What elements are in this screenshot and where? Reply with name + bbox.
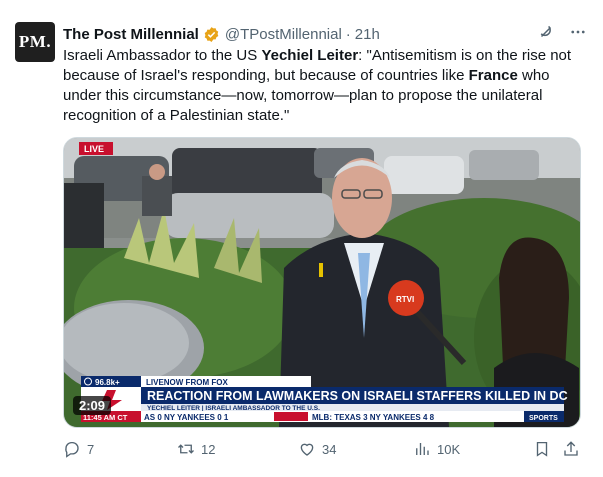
live-badge-text: LIVE: [84, 144, 104, 154]
verified-badge-icon[interactable]: [203, 26, 220, 43]
sports-label: SPORTS: [529, 415, 558, 422]
ticker-left: AS 0 NY YANKEES 0 1: [144, 413, 229, 422]
like-button[interactable]: 34: [298, 440, 336, 458]
mention-yechiel-leiter: Yechiel Leiter: [261, 47, 359, 64]
reply-count: 7: [87, 441, 95, 457]
video-frame: RTVI LIVE 96.8k+ LIVENOW FROM FOX REACTI…: [64, 138, 580, 427]
views-button[interactable]: 10K: [413, 440, 460, 458]
more-options-icon[interactable]: [569, 23, 587, 41]
tweet-header: The Post Millennial @TPostMillennial · 2…: [63, 23, 587, 45]
view-count: 10K: [437, 441, 461, 457]
reply-icon: [65, 441, 79, 458]
video-player[interactable]: RTVI LIVE 96.8k+ LIVENOW FROM FOX REACTI…: [63, 137, 581, 428]
reply-button[interactable]: 7: [63, 440, 94, 458]
avatar[interactable]: PM.: [15, 22, 55, 62]
video-duration: 2:09: [73, 396, 112, 415]
grok-icon[interactable]: [537, 23, 555, 41]
ticker-right: MLB: TEXAS 3 NY YANKEES 4 8: [312, 413, 435, 422]
repost-button[interactable]: 12: [177, 440, 215, 458]
share-button[interactable]: [562, 440, 580, 458]
tweet-text-part: Israeli Ambassador to the US: [63, 47, 262, 64]
timestamp[interactable]: 21h: [355, 26, 380, 43]
headline: REACTION FROM LAWMAKERS ON ISRAELI STAFF…: [147, 389, 568, 403]
repost-count: 12: [201, 441, 216, 457]
analytics-icon: [416, 443, 429, 455]
mic-brand-label: RTVI: [396, 295, 414, 304]
tweet-text: Israeli Ambassador to the US Yechiel Lei…: [63, 46, 573, 126]
author-handle[interactable]: @TPostMillennial: [225, 26, 342, 43]
share-icon: [564, 441, 578, 456]
bookmark-icon: [536, 441, 548, 457]
subhead: YECHIEL LEITER | ISRAELI AMBASSADOR TO T…: [147, 405, 320, 412]
author-name[interactable]: The Post Millennial: [63, 26, 199, 43]
viewer-count: 96.8k+: [95, 378, 120, 387]
heart-icon: [300, 443, 314, 456]
tweet-actions: 7 12 34 10K: [63, 440, 581, 462]
mention-france: France: [468, 67, 518, 84]
bookmark-button[interactable]: [533, 440, 551, 458]
like-count: 34: [322, 441, 337, 457]
repost-icon: [178, 444, 194, 454]
program-label: LIVENOW FROM FOX: [146, 378, 228, 387]
separator-dot: ·: [345, 25, 351, 43]
